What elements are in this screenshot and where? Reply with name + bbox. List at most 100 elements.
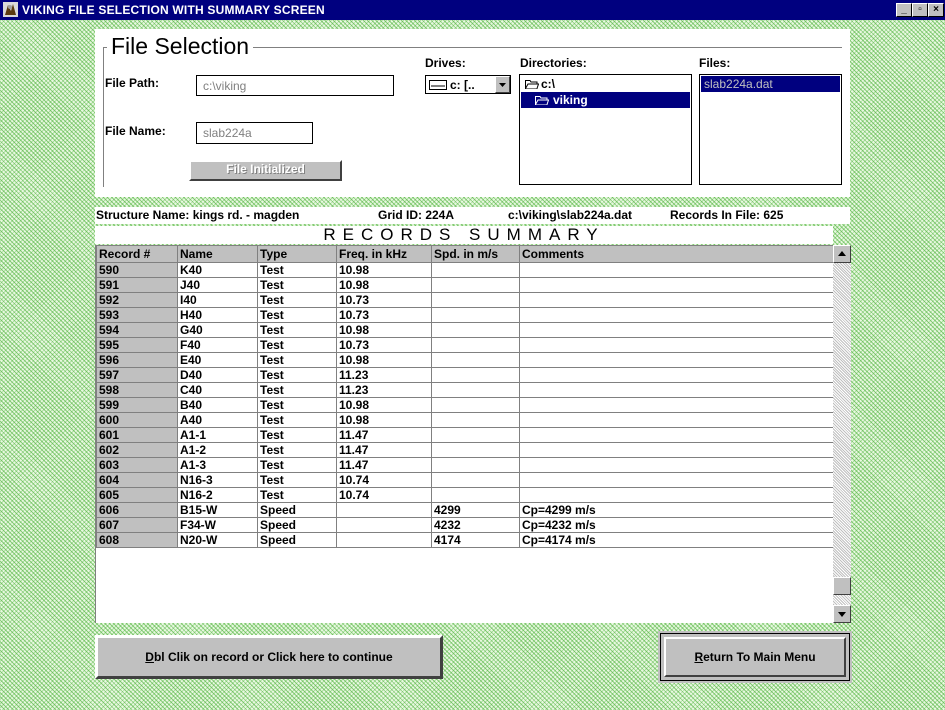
table-row[interactable]: 595 F40 Test 10.73 [96, 337, 833, 353]
scroll-up-button[interactable] [833, 245, 851, 263]
cell-comments [519, 337, 833, 353]
arrow-down-icon [838, 612, 846, 617]
column-header-freq[interactable]: Freq. in kHz [336, 245, 432, 263]
column-header-record[interactable]: Record # [96, 245, 178, 263]
continue-button[interactable]: Dbl Clik on record or Click here to cont… [95, 635, 443, 679]
cell-speed: 4299 [431, 502, 520, 518]
cell-comments [519, 382, 833, 398]
cell-type: Speed [257, 502, 337, 518]
cell-freq: 11.23 [336, 382, 432, 398]
file-item[interactable]: slab224a.dat [701, 76, 840, 92]
cell-type: Test [257, 397, 337, 413]
return-to-main-menu-button[interactable]: Return To Main Menu [658, 631, 852, 683]
column-header-name[interactable]: Name [177, 245, 258, 263]
scroll-thumb[interactable] [833, 577, 851, 595]
cell-comments [519, 292, 833, 308]
cell-speed [431, 397, 520, 413]
maximize-icon: ▫ [918, 4, 922, 15]
table-row[interactable]: 606 B15-W Speed 4299 Cp=4299 m/s [96, 502, 833, 518]
file-name-value: slab224a [203, 126, 252, 140]
column-header-comments[interactable]: Comments [519, 245, 833, 263]
drive-combo[interactable]: c: [.. [425, 75, 511, 94]
table-row[interactable]: 594 G40 Test 10.98 [96, 322, 833, 338]
directory-item-root[interactable]: c:\ [521, 76, 690, 92]
files-list[interactable]: slab224a.dat [699, 74, 842, 185]
file-initialized-button[interactable]: File Initialized [189, 160, 342, 181]
table-row[interactable]: 608 N20-W Speed 4174 Cp=4174 m/s [96, 532, 833, 548]
cell-speed [431, 487, 520, 503]
cell-name: G40 [177, 322, 258, 338]
cell-speed [431, 262, 520, 278]
cell-speed [431, 277, 520, 293]
table-row[interactable]: 598 C40 Test 11.23 [96, 382, 833, 398]
cell-name: F34-W [177, 517, 258, 533]
cell-speed [431, 292, 520, 308]
cell-record: 601 [96, 427, 178, 443]
cell-comments [519, 412, 833, 428]
cell-record: 600 [96, 412, 178, 428]
minimize-button[interactable]: _ [896, 3, 912, 17]
cell-freq: 10.74 [336, 487, 432, 503]
table-row[interactable]: 602 A1-2 Test 11.47 [96, 442, 833, 458]
table-row[interactable]: 601 A1-1 Test 11.47 [96, 427, 833, 443]
files-label: Files: [699, 56, 731, 70]
scroll-down-button[interactable] [833, 605, 851, 623]
cell-freq: 10.73 [336, 337, 432, 353]
file-selection-panel: File Selection File Path: c:\viking File… [95, 29, 850, 197]
close-button[interactable]: × [928, 3, 944, 17]
table-row[interactable]: 599 B40 Test 10.98 [96, 397, 833, 413]
cell-name: K40 [177, 262, 258, 278]
cell-comments [519, 457, 833, 473]
vertical-scrollbar[interactable] [833, 245, 851, 623]
directory-item-viking[interactable]: viking [521, 92, 690, 108]
cell-type: Test [257, 367, 337, 383]
cell-record: 590 [96, 262, 178, 278]
drive-dropdown-button[interactable] [495, 76, 510, 93]
cell-name: A1-2 [177, 442, 258, 458]
file-name-field[interactable]: slab224a [196, 122, 313, 144]
continue-button-label: Dbl Clik on record or Click here to cont… [145, 650, 393, 664]
column-header-type[interactable]: Type [257, 245, 337, 263]
viking-app-icon[interactable] [3, 2, 18, 17]
cell-freq: 10.98 [336, 262, 432, 278]
table-row[interactable]: 597 D40 Test 11.23 [96, 367, 833, 383]
cell-name: N16-2 [177, 487, 258, 503]
open-folder-icon [535, 96, 549, 105]
cell-comments: Cp=4232 m/s [519, 517, 833, 533]
table-row[interactable]: 592 I40 Test 10.73 [96, 292, 833, 308]
table-row[interactable]: 603 A1-3 Test 11.47 [96, 457, 833, 473]
cell-type: Test [257, 277, 337, 293]
cell-type: Test [257, 322, 337, 338]
cell-record: 603 [96, 457, 178, 473]
table-row[interactable]: 591 J40 Test 10.98 [96, 277, 833, 293]
chevron-down-icon [499, 83, 506, 87]
cell-comments [519, 262, 833, 278]
table-row[interactable]: 593 H40 Test 10.73 [96, 307, 833, 323]
drives-label: Drives: [425, 56, 466, 70]
table-row[interactable]: 604 N16-3 Test 10.74 [96, 472, 833, 488]
directories-list[interactable]: c:\ viking [519, 74, 692, 185]
cell-name: E40 [177, 352, 258, 368]
table-row[interactable]: 600 A40 Test 10.98 [96, 412, 833, 428]
grid-id: Grid ID: 224A [378, 208, 455, 222]
table-row[interactable]: 607 F34-W Speed 4232 Cp=4232 m/s [96, 517, 833, 533]
table-row[interactable]: 596 E40 Test 10.98 [96, 352, 833, 368]
records-grid[interactable]: Record # Name Type Freq. in kHz Spd. in … [95, 245, 833, 623]
arrow-up-icon [838, 251, 846, 256]
cell-type: Test [257, 442, 337, 458]
file-path-field[interactable]: c:\viking [196, 75, 394, 96]
cell-record: 593 [96, 307, 178, 323]
directories-label: Directories: [520, 56, 587, 70]
cell-comments [519, 307, 833, 323]
records-summary-title: RECORDS SUMMARY [95, 226, 833, 244]
cell-name: H40 [177, 307, 258, 323]
maximize-button[interactable]: ▫ [912, 3, 928, 17]
cell-freq: 11.23 [336, 367, 432, 383]
cell-record: 594 [96, 322, 178, 338]
table-row[interactable]: 590 K40 Test 10.98 [96, 262, 833, 278]
column-header-speed[interactable]: Spd. in m/s [431, 245, 520, 263]
table-row[interactable]: 605 N16-2 Test 10.74 [96, 487, 833, 503]
cell-freq: 10.98 [336, 397, 432, 413]
group-border-left [103, 47, 104, 187]
cell-freq: 11.47 [336, 427, 432, 443]
